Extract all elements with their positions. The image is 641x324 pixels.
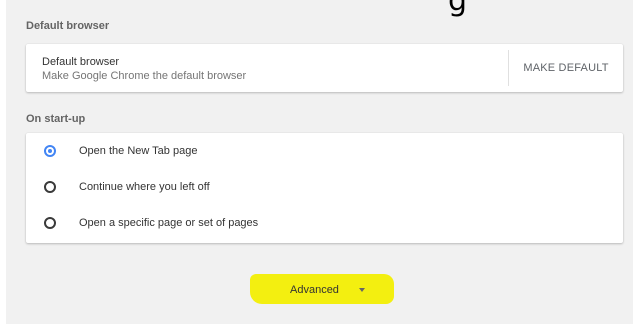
cropped-heading-glyph: g [448, 0, 468, 18]
startup-option-specific-pages[interactable]: Open a specific page or set of pages [26, 206, 623, 242]
startup-option-continue[interactable]: Continue where you left off [26, 170, 623, 206]
default-browser-card: Default browser Make Google Chrome the d… [26, 44, 623, 92]
startup-option-label: Continue where you left off [79, 181, 210, 193]
radio-checked-icon[interactable] [44, 145, 56, 157]
startup-options-card: Open the New Tab page Continue where you… [26, 133, 623, 243]
startup-option-label: Open the New Tab page [79, 145, 198, 157]
default-browser-section-title: Default browser [26, 20, 110, 32]
default-browser-card-title: Default browser [42, 56, 120, 68]
startup-option-label: Open a specific page or set of pages [79, 217, 259, 229]
settings-page: g Default browser Default browser Make G… [6, 0, 633, 324]
advanced-button[interactable]: Advanced [250, 274, 394, 304]
advanced-label: Advanced [290, 284, 339, 296]
radio-unchecked-icon[interactable] [44, 181, 56, 193]
make-default-button[interactable]: MAKE DEFAULT [509, 44, 623, 92]
startup-option-new-tab[interactable]: Open the New Tab page [26, 134, 623, 170]
dropdown-arrow-icon [359, 288, 365, 292]
startup-section-title: On start-up [26, 113, 86, 125]
radio-unchecked-icon[interactable] [44, 217, 56, 229]
default-browser-card-subtitle: Make Google Chrome the default browser [42, 70, 247, 82]
